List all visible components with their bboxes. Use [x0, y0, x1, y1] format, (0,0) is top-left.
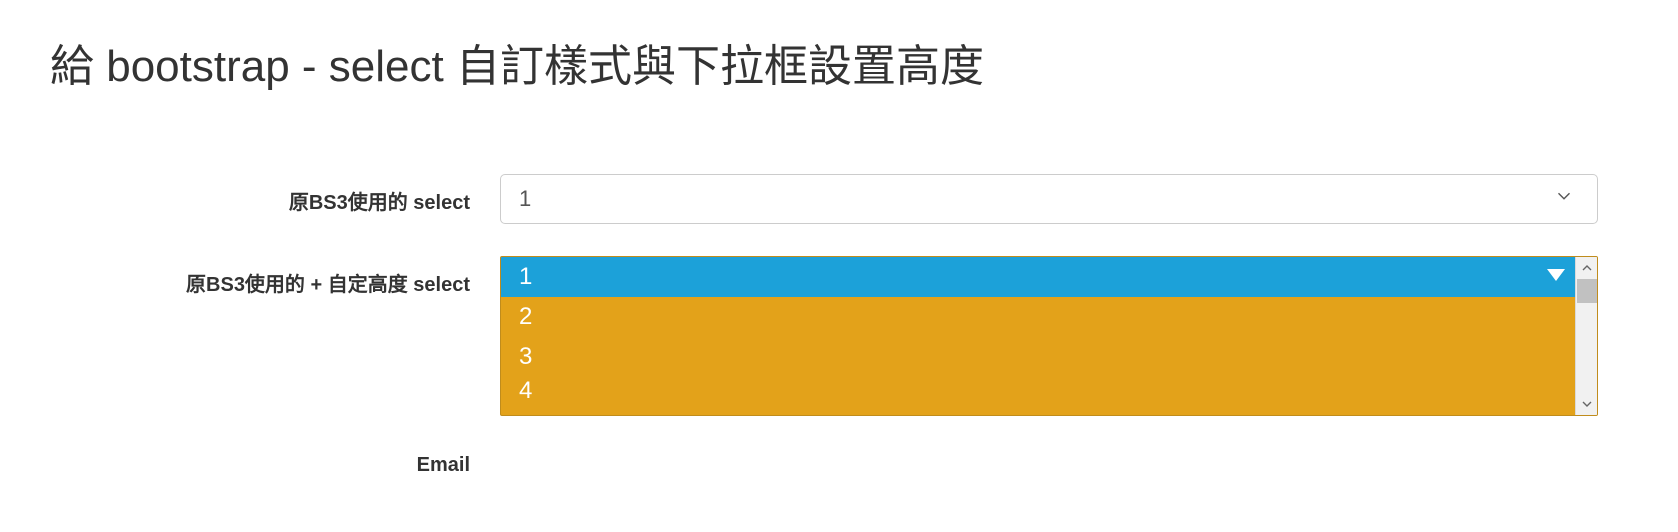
chevron-down-icon — [1553, 185, 1575, 213]
scrollbar-thumb[interactable] — [1577, 279, 1597, 303]
scrollbar[interactable] — [1575, 257, 1597, 415]
select-bs3[interactable]: 1 — [500, 174, 1598, 224]
select-option[interactable]: 1 — [501, 257, 1575, 297]
label-bs3-custom-height-select: 原BS3使用的 + 自定高度 select — [50, 256, 500, 297]
select-option[interactable]: 4 — [501, 377, 1575, 399]
option-list[interactable]: 1 2 3 4 — [501, 257, 1575, 415]
page-heading: 給 bootstrap - select 自訂樣式與下拉框設置高度 — [50, 30, 1628, 94]
select-option[interactable]: 2 — [501, 297, 1575, 337]
select-option[interactable]: 3 — [501, 337, 1575, 377]
form-row-email: Email — [50, 442, 1628, 477]
select-bs3-value: 1 — [519, 186, 531, 212]
label-bs3-select: 原BS3使用的 select — [50, 174, 500, 215]
label-email: Email — [50, 442, 500, 477]
select-custom-height[interactable]: 1 2 3 4 — [500, 256, 1598, 416]
form-row-bs3-select: 原BS3使用的 select 1 — [50, 174, 1628, 224]
scroll-down-icon[interactable] — [1576, 393, 1598, 415]
form-row-bs3-custom-height-select: 原BS3使用的 + 自定高度 select 1 2 3 4 — [50, 256, 1628, 416]
scroll-up-icon[interactable] — [1576, 257, 1598, 279]
